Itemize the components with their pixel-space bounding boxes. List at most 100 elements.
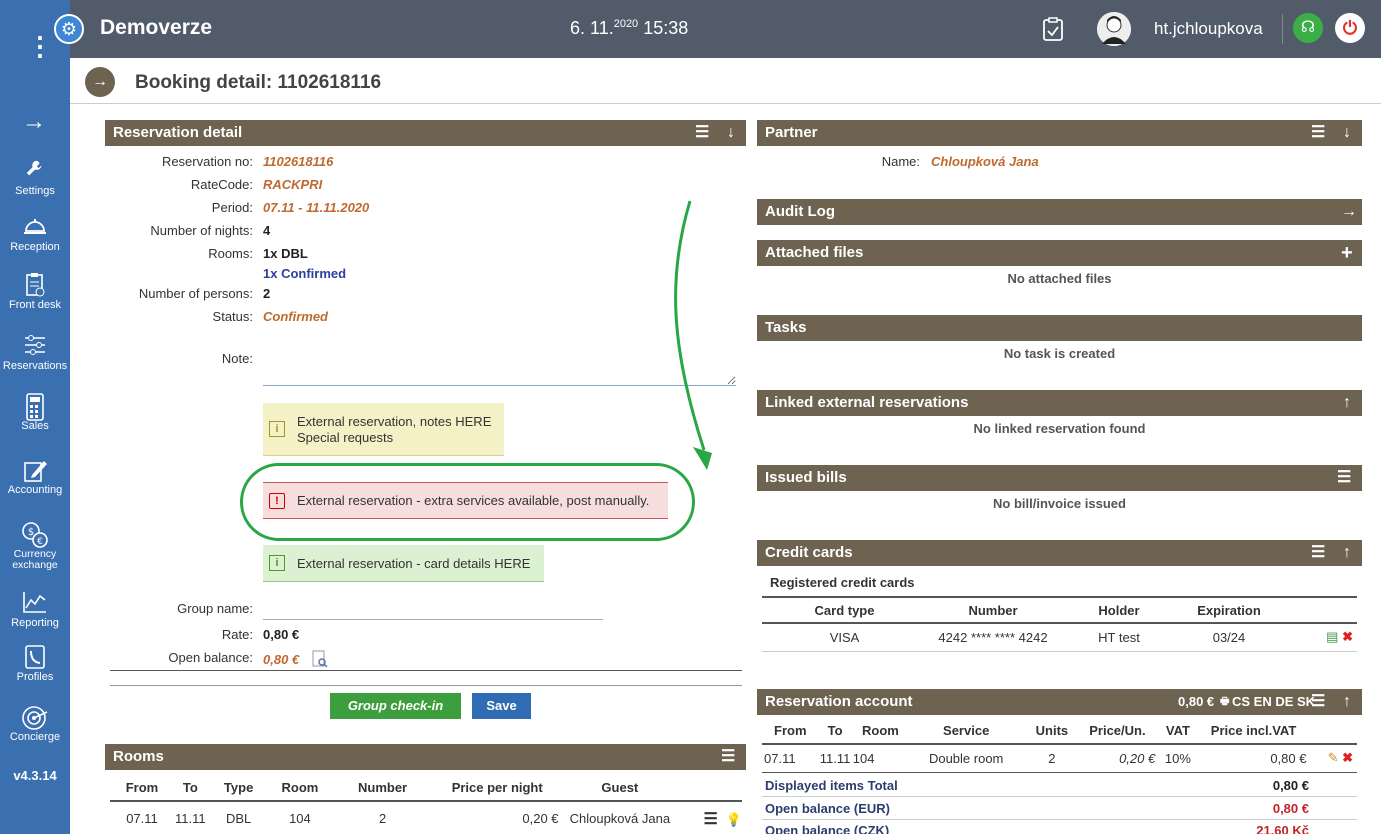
partner-name-label: Name: (881, 154, 920, 169)
delete-icon[interactable]: ✖ (1342, 750, 1353, 765)
calculator-icon (0, 393, 70, 421)
sidebar-item-label: Accounting (7, 484, 63, 496)
sidebar-item-label: Settings (15, 185, 55, 197)
reservation-account-header: Reservation account 0,80 € 🖶 CS EN DE SK… (757, 689, 1362, 715)
headset-icon[interactable]: ☊ (1293, 13, 1323, 43)
save-button[interactable]: Save (472, 693, 531, 719)
divider (1282, 14, 1283, 44)
more-menu-icon[interactable]: ⋮ (27, 33, 53, 59)
cell-type: DBL (225, 811, 252, 826)
reservation-account-table: From To Room Service Units Price/Un. VAT… (762, 718, 1357, 773)
panel-title: Issued bills (765, 469, 847, 486)
arrow-up-icon[interactable]: ↑ (1343, 390, 1351, 416)
column-header: Holder (1098, 602, 1140, 618)
arrow-right-icon[interactable]: → (85, 67, 115, 97)
column-header: Type (223, 780, 254, 795)
sidebar-item-label: Front desk (9, 299, 61, 311)
currency-icon: $ € (0, 521, 70, 549)
avatar[interactable] (1097, 12, 1131, 46)
divider (762, 796, 1357, 797)
sliders-icon (0, 333, 70, 361)
datetime: 6. 11.2020 15:38 (570, 18, 688, 39)
group-name-input[interactable] (263, 601, 603, 620)
persons-label: Number of persons: (138, 286, 253, 301)
panel-title: Tasks (765, 319, 807, 336)
time: 15:38 (643, 18, 689, 38)
top-bar: ⚙ Demoverze 6. 11.2020 15:38 ht.jchloupk… (54, 0, 1381, 58)
printer-icon[interactable]: 🖶 (1220, 689, 1229, 715)
chart-icon (0, 590, 70, 618)
delete-icon[interactable]: ✖ (1342, 629, 1353, 644)
hamburger-menu-icon[interactable]: ☰ (1311, 540, 1325, 566)
page-header: → Booking detail: 1102618116 (70, 58, 1381, 104)
sidebar-item-label: Sales (21, 420, 49, 432)
arrow-down-icon[interactable]: ↓ (727, 120, 735, 146)
arrow-up-icon[interactable]: ↑ (1343, 689, 1351, 715)
power-icon[interactable]: ⏻ (1335, 13, 1365, 43)
tasks-clipboard-icon[interactable] (1042, 16, 1064, 48)
panel-title: Audit Log (765, 203, 835, 220)
persons-value: 2 (263, 286, 271, 301)
rooms-status-link[interactable]: 1x Confirmed (263, 266, 346, 281)
hamburger-menu-icon[interactable]: ☰ (1311, 689, 1325, 715)
table-row: VISA 4242 **** **** 4242 HT test 03/24 ▤… (762, 623, 1357, 651)
sidebar-item-accounting[interactable]: Accounting (0, 457, 70, 496)
hamburger-menu-icon[interactable]: ☰ (1337, 465, 1351, 491)
lightbulb-icon[interactable]: 💡 (726, 812, 742, 827)
column-header: VAT (1165, 723, 1190, 738)
column-header: Expiration (1197, 602, 1261, 618)
sidebar-item-reporting[interactable]: Reporting (0, 590, 70, 629)
edit-item-icon[interactable]: ✎ (1328, 750, 1339, 765)
sidebar-item-currency-exchange[interactable]: $ € Currency exchange (0, 521, 70, 571)
period-value: 07.11 - 11.11.2020 (263, 200, 370, 215)
group-checkin-button[interactable]: Group check-in (330, 693, 461, 719)
divider (110, 670, 742, 671)
nights-label: Number of nights: (150, 223, 253, 238)
status-value: Confirmed (263, 309, 328, 324)
panel-title: Partner (765, 124, 818, 141)
rooms-header: Rooms ☰ (105, 744, 746, 770)
date: 6. 11. (570, 18, 614, 38)
rooms-table: From To Type Room Number Price per night… (110, 775, 742, 834)
arrow-down-icon[interactable]: ↓ (1343, 120, 1351, 146)
column-header: Number (358, 780, 408, 795)
hamburger-menu-icon[interactable]: ☰ (695, 120, 709, 146)
print-languages[interactable]: CS EN DE SK (1232, 689, 1315, 715)
profile-icon (0, 644, 70, 672)
panel-title: Rooms (113, 748, 164, 765)
linked-external-header: Linked external reservations ↑ (757, 390, 1362, 416)
hamburger-menu-icon[interactable]: ☰ (703, 811, 717, 828)
hamburger-menu-icon[interactable]: ☰ (721, 744, 735, 770)
expand-sidebar-icon[interactable]: → (22, 108, 46, 136)
rate-value: 0,80 € (263, 627, 300, 642)
plus-icon[interactable]: + (1341, 240, 1353, 266)
sidebar-item-profiles[interactable]: Profiles (0, 644, 70, 683)
edit-card-icon[interactable]: ▤ (1326, 629, 1338, 644)
cell-to: 11.11 (819, 750, 851, 766)
hamburger-menu-icon[interactable]: ☰ (1311, 120, 1325, 146)
username[interactable]: ht.jchloupkova (1154, 19, 1263, 39)
divider (762, 819, 1357, 820)
sidebar-item-reservations[interactable]: Reservations (0, 333, 70, 372)
empty-message: No bill/invoice issued (993, 496, 1126, 511)
arrow-right-icon[interactable]: → (1341, 199, 1357, 225)
service-link[interactable]: Double room (908, 744, 1024, 772)
cell-price-unit: 0,20 € (1119, 750, 1156, 766)
sidebar-item-sales[interactable]: Sales (0, 393, 70, 432)
sidebar-item-label: Currency exchange (12, 548, 58, 571)
sidebar-item-settings[interactable]: Settings (0, 158, 70, 197)
cell-vat: 10% (1164, 750, 1191, 766)
message-line: External reservation, notes HERE (297, 414, 492, 429)
open-balance-czk-label: Open balance (CZK) (765, 823, 890, 834)
group-name-label: Group name: (177, 601, 253, 616)
sidebar-item-reception[interactable]: Reception (0, 214, 70, 253)
column-header: Price incl.VAT (1210, 723, 1297, 738)
year: 2020 (613, 18, 639, 30)
document-search-icon[interactable] (312, 650, 328, 671)
column-header: Number (968, 602, 1018, 618)
arrow-up-icon[interactable]: ↑ (1343, 540, 1351, 566)
audit-log-header[interactable]: Audit Log → (757, 199, 1362, 225)
sidebar-item-front-desk[interactable]: Front desk (0, 272, 70, 311)
gear-icon[interactable]: ⚙ (54, 14, 84, 44)
sidebar-item-concierge[interactable]: Concierge (0, 704, 70, 743)
